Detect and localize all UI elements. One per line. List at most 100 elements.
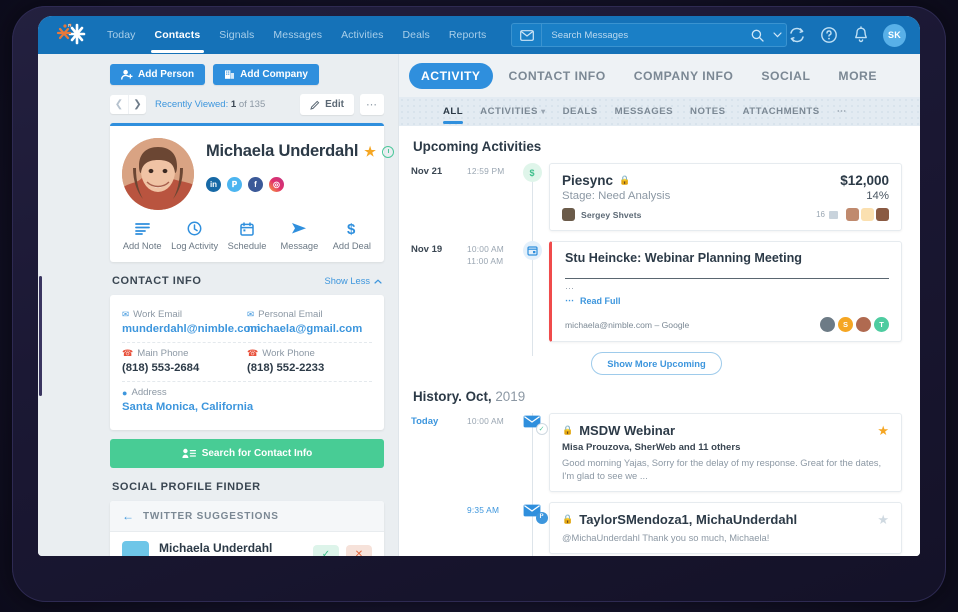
contact-card-top: Michaela Underdahl ★ in 𝐏 f ◎ (110, 136, 384, 210)
sync-icon[interactable] (787, 26, 806, 45)
subtab-messages[interactable]: MESSAGES (615, 106, 673, 124)
instagram-icon[interactable]: ◎ (269, 177, 284, 192)
edit-label: Edit (325, 99, 344, 110)
reject-suggestion-button[interactable]: ✕ (346, 545, 372, 556)
add-person-button[interactable]: Add Person (110, 64, 205, 85)
subtab-notes[interactable]: NOTES (690, 106, 726, 124)
main-menu: Today Contacts Signals Messages Activiti… (106, 18, 487, 52)
address-value[interactable]: Santa Monica, California (122, 401, 372, 413)
tab-more[interactable]: MORE (826, 63, 889, 89)
social-profile-finder-header: SOCIAL PROFILE FINDER (112, 481, 382, 493)
nav-item-messages[interactable]: Messages (272, 18, 323, 52)
mailbox-icon[interactable] (512, 24, 542, 46)
add-note-action[interactable]: Add Note (116, 220, 168, 251)
address-label: ● Address (122, 387, 372, 398)
nav-item-reports[interactable]: Reports (448, 18, 487, 52)
add-company-button[interactable]: Add Company (213, 64, 319, 85)
search-input[interactable] (542, 30, 746, 41)
show-less-toggle[interactable]: Show Less (325, 276, 382, 286)
work-email-value[interactable]: munderdahl@nimble.com (122, 323, 247, 335)
contact-name-block: Michaela Underdahl ★ in 𝐏 f ◎ (194, 136, 394, 210)
subtabs-more-button[interactable]: ⋯ (837, 106, 848, 124)
subtab-deals[interactable]: DEALS (563, 106, 598, 124)
personal-email-value[interactable]: michaela@gmail.com (247, 323, 372, 335)
nav-item-activities[interactable]: Activities (340, 18, 384, 52)
twitter-suggestions-title: TWITTER SUGGESTIONS (143, 511, 279, 522)
show-more-upcoming-button[interactable]: Show More Upcoming (591, 352, 721, 375)
tab-contact-info[interactable]: CONTACT INFO (497, 63, 618, 89)
deal-time-text: 12:59 PM (467, 166, 515, 176)
twitter-icon[interactable]: 𝐏 (227, 177, 242, 192)
company-icon (224, 69, 235, 80)
search-contact-info-label: Search for Contact Info (202, 448, 313, 459)
tab-activity[interactable]: ACTIVITY (409, 63, 493, 89)
schedule-action[interactable]: Schedule (221, 220, 273, 251)
read-full-link[interactable]: ⋯ Read Full (565, 295, 889, 306)
nav-item-deals[interactable]: Deals (402, 18, 431, 52)
message-participants: Misa Prouzova, SherWeb and 11 others (562, 442, 889, 453)
upcoming-activities-title: Upcoming Activities (413, 139, 902, 154)
tab-company-info[interactable]: COMPANY INFO (622, 63, 746, 89)
subtab-attachments[interactable]: ATTACHMENTS (743, 106, 820, 124)
more-options-button[interactable]: ⋯ (360, 94, 384, 115)
search-icon[interactable] (746, 29, 768, 42)
favorite-star-icon[interactable]: ★ (364, 144, 375, 160)
contact-photo[interactable] (122, 138, 194, 210)
subtab-activities[interactable]: ACTIVITIES ▾ (480, 106, 545, 124)
avatar (861, 208, 874, 221)
deal-count-icon (829, 211, 838, 219)
next-record-button[interactable]: ❯ (128, 95, 146, 114)
recently-viewed-label: Recently Viewed: (155, 99, 228, 110)
message-card[interactable]: 🔒 TaylorSMendoza1, MichaUnderdahl ★ @Mic… (549, 502, 902, 554)
add-deal-label: Add Deal (326, 241, 378, 251)
deal-card[interactable]: Piesync 🔒 $12,000 Stage: Need Analysis 1… (549, 163, 902, 231)
contact-info-card: ✉ Work Email munderdahl@nimble.com ✉ Per… (110, 295, 384, 430)
linkedin-icon[interactable]: in (206, 177, 221, 192)
activity-stream: Upcoming Activities Nov 21 12:59 PM $ (399, 126, 920, 556)
deal-avatars (846, 208, 889, 221)
message-star-icon[interactable]: ★ (877, 512, 889, 528)
accept-suggestion-button[interactable]: ✓ (313, 545, 339, 556)
message-card[interactable]: 🔒 MSDW Webinar ★ Misa Prouzova, SherWeb … (549, 413, 902, 492)
prev-record-button[interactable]: ❮ (110, 95, 128, 114)
edit-button[interactable]: Edit (300, 94, 354, 115)
deal-date: Nov 21 (411, 163, 467, 231)
log-activity-action[interactable]: Log Activity (168, 220, 220, 251)
nav-item-signals[interactable]: Signals (218, 18, 255, 52)
user-avatar[interactable]: SK (883, 24, 906, 47)
history-date (411, 502, 467, 554)
meeting-card[interactable]: Stu Heincke: Webinar Planning Meeting ⋯ … (549, 241, 902, 342)
main-phone-value[interactable]: (818) 553-2684 (122, 362, 247, 374)
tab-social[interactable]: SOCIAL (749, 63, 822, 89)
nav-item-today[interactable]: Today (106, 18, 137, 52)
social-links: in 𝐏 f ◎ (206, 177, 394, 192)
deal-percent: 14% (866, 190, 889, 202)
contact-info-title: CONTACT INFO (112, 275, 202, 287)
search-contact-info-button[interactable]: Search for Contact Info (110, 439, 384, 468)
attendee-avatar (856, 317, 871, 332)
mail-icon: ✓ (523, 415, 542, 431)
chevron-down-icon[interactable] (768, 32, 786, 38)
deal-stage-row: Stage: Need Analysis 14% (562, 190, 889, 202)
history-item: 9:35 AM 𝐏 (411, 502, 902, 554)
subtab-activities-label: ACTIVITIES (480, 106, 538, 117)
facebook-icon[interactable]: f (248, 177, 263, 192)
subtab-all[interactable]: ALL (443, 106, 463, 124)
message-action[interactable]: Message (273, 220, 325, 251)
deal-date-text: Nov 21 (411, 166, 467, 177)
page-scrollbar[interactable] (39, 276, 42, 396)
deal-header: Piesync 🔒 $12,000 (562, 173, 889, 188)
meeting-ellipsis: ⋯ (565, 285, 889, 292)
message-star-icon[interactable]: ★ (877, 423, 889, 439)
back-arrow-icon[interactable]: ← (122, 509, 134, 523)
add-deal-action[interactable]: $ Add Deal (326, 220, 378, 251)
suggestion-name: Michaela Underdahl (159, 541, 272, 555)
help-icon[interactable] (819, 26, 838, 45)
nav-item-contacts[interactable]: Contacts (154, 18, 202, 52)
work-phone-value[interactable]: (818) 552-2233 (247, 362, 372, 374)
nimble-logo[interactable]: n (52, 20, 90, 50)
deal-meta: 16 (816, 208, 889, 221)
notifications-icon[interactable] (851, 26, 870, 45)
suggestion-actions: ✓ ✕ (313, 545, 372, 556)
activity-panel: ACTIVITY CONTACT INFO COMPANY INFO SOCIA… (398, 54, 920, 556)
